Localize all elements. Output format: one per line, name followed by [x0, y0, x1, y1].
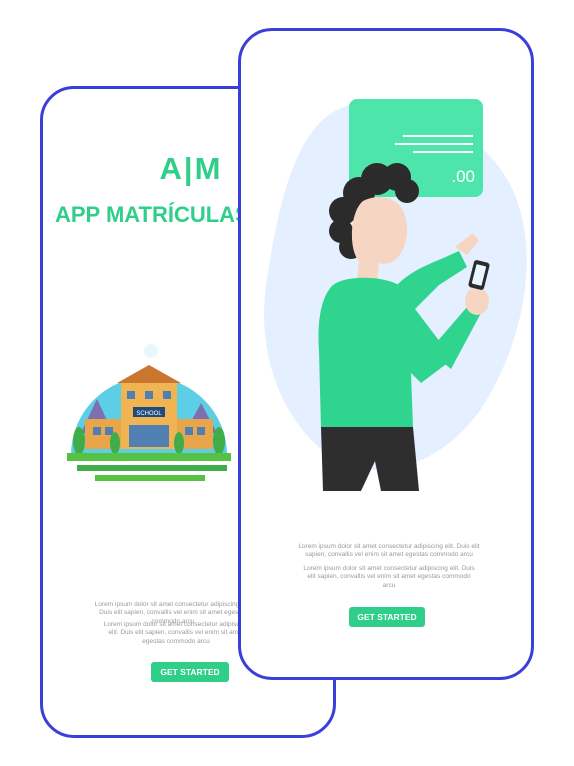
onboarding-phone-frame: .00 Lorem ipsum dolor sit amet consectet… — [238, 28, 534, 680]
onboarding-get-started-button[interactable]: GET STARTED — [349, 607, 425, 627]
onboarding-description-1: Lorem ipsum dolor sit amet consectetur a… — [298, 543, 480, 559]
splash-get-started-button[interactable]: GET STARTED — [151, 662, 229, 682]
school-sign: SCHOOL — [136, 411, 162, 417]
pants — [321, 427, 419, 491]
school-illustration: SCHOOL — [67, 344, 231, 481]
moon-icon — [144, 344, 158, 358]
onboarding-description-2: Lorem ipsum dolor sit amet consectetur a… — [303, 565, 475, 589]
splash-description-2: Lorem ipsum dolor sit amet consectetur a… — [103, 621, 249, 645]
person-with-phone-illustration — [318, 163, 490, 491]
face — [351, 196, 408, 283]
